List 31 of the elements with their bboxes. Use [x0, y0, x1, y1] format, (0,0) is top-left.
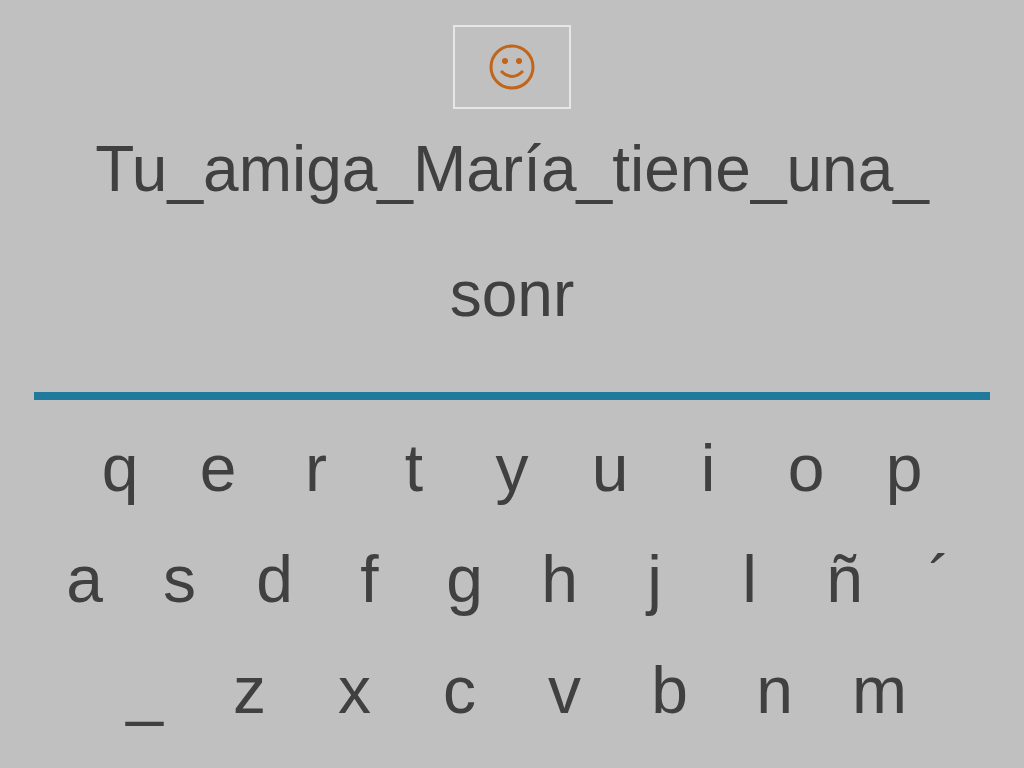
key-button[interactable]: f [322, 533, 417, 624]
key-button[interactable]: e [169, 422, 267, 513]
key-button[interactable]: b [617, 644, 722, 735]
key-button[interactable]: i [659, 422, 757, 513]
key-button[interactable]: n [722, 644, 827, 735]
key-button[interactable]: t [365, 422, 463, 513]
key-button[interactable]: g [417, 533, 512, 624]
key-button[interactable]: z [197, 644, 302, 735]
key-button[interactable]: q [71, 422, 169, 513]
prompt-text: Tu_amiga_María_tiene_una_ [95, 132, 929, 207]
key-button[interactable]: d [227, 533, 322, 624]
key-button[interactable]: u [561, 422, 659, 513]
key-button[interactable]: r [267, 422, 365, 513]
key-button[interactable]: h [512, 533, 607, 624]
key-button[interactable]: m [827, 644, 932, 735]
key-button[interactable]: ñ [797, 533, 892, 624]
key-button[interactable]: o [757, 422, 855, 513]
answer-text: sonr [449, 257, 575, 332]
key-button[interactable]: j [607, 533, 702, 624]
key-button[interactable]: v [512, 644, 617, 735]
key-button[interactable]: ´ [892, 533, 987, 624]
key-button[interactable]: p [855, 422, 953, 513]
key-button[interactable]: s [132, 533, 227, 624]
key-button[interactable]: x [302, 644, 407, 735]
key-button[interactable]: y [463, 422, 561, 513]
key-button[interactable]: a [37, 533, 132, 624]
hint-box[interactable] [453, 25, 571, 109]
key-button[interactable]: l [702, 533, 797, 624]
key-button[interactable]: c [407, 644, 512, 735]
key-button[interactable]: _ [92, 644, 197, 735]
smiley-icon [487, 42, 537, 92]
